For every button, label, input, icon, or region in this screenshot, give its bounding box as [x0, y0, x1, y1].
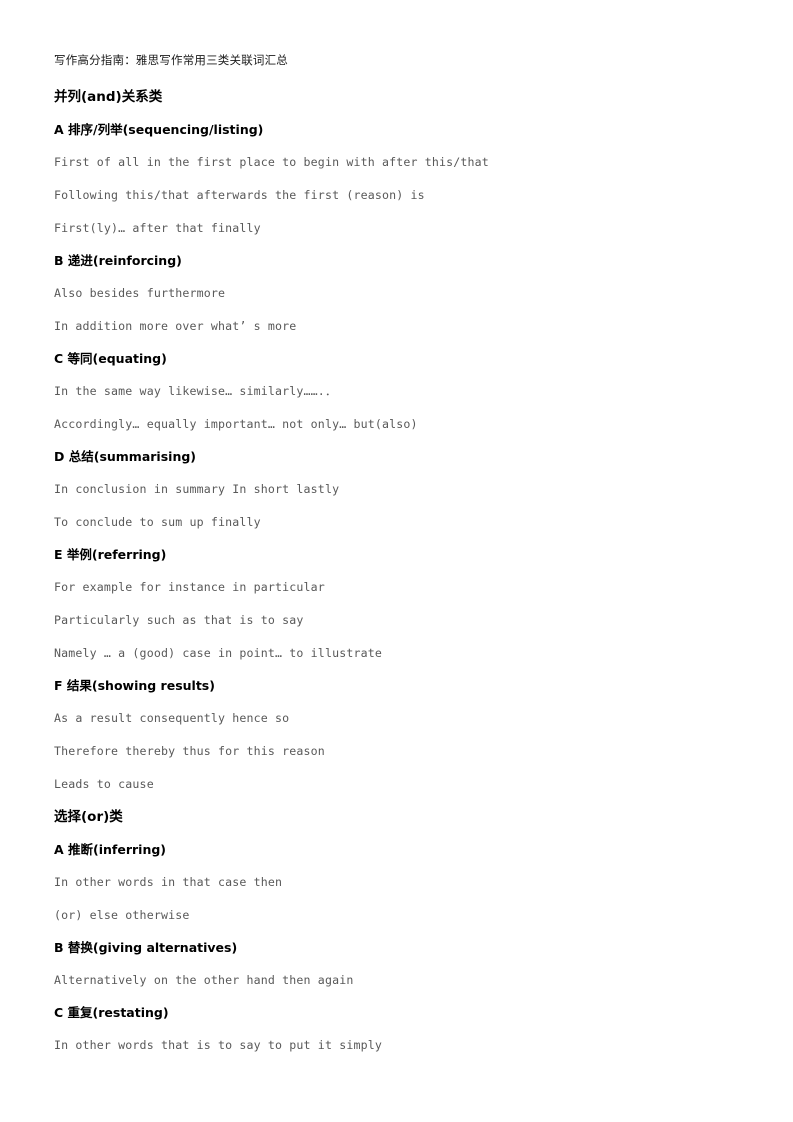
connective-line: Following this/that afterwards the first…	[54, 188, 425, 202]
connective-line: Alternatively on the other hand then aga…	[54, 973, 354, 987]
connective-line: Particularly such as that is to say	[54, 613, 304, 627]
document-subsection: E 举例(referring) For example for instance …	[54, 539, 737, 670]
page-title: 写作高分指南：雅思写作常用三类关联词汇总	[54, 53, 288, 67]
connective-line: Also besides furthermore	[54, 286, 226, 300]
document-subsection: B 递进(reinforcing) Also besides furthermor…	[54, 245, 737, 343]
connective-line: As a result consequently hence so	[54, 711, 290, 725]
connective-line: To conclude to sum up finally	[54, 515, 261, 529]
document-section: 选择(or)类 A 推断(inferring) In other words in …	[54, 801, 737, 1062]
connective-line: Therefore thereby thus for this reason	[54, 744, 325, 758]
document-subsection: C 重复(restating) In other words that is to…	[54, 997, 737, 1062]
section-heading: 并列(and)关系类	[54, 89, 163, 105]
connective-line: In conclusion in summary In short lastly	[54, 482, 340, 496]
subsection-heading: C 重复(restating)	[54, 1005, 169, 1020]
connective-line: In the same way likewise… similarly…….．	[54, 384, 337, 398]
document-page: 写作高分指南：雅思写作常用三类关联词汇总 并列(and)关系类 A 排序/列举(s…	[0, 0, 793, 1122]
connective-line: In other words in that case then	[54, 875, 283, 889]
connective-line: Namely … a (good) case in point… to illu…	[54, 646, 382, 660]
document-section: 并列(and)关系类 A 排序/列举(sequencing/listing) Fir…	[54, 81, 737, 801]
subsection-heading: F 结果(showing results)	[54, 678, 215, 693]
document-body: 并列(and)关系类 A 排序/列举(sequencing/listing) Fir…	[54, 81, 737, 1062]
connective-line: For example for instance in particular	[54, 580, 325, 594]
connective-line: (or) else otherwise	[54, 908, 190, 922]
connective-line: First of all in the first place to begin…	[54, 155, 489, 169]
document-subsection: A 排序/列举(sequencing/listing) First of all …	[54, 114, 737, 245]
document-subsection: A 推断(inferring) In other words in that ca…	[54, 834, 737, 932]
connective-line: In addition more over what’ s more	[54, 319, 297, 333]
subsection-heading: A 推断(inferring)	[54, 842, 167, 857]
subsection-heading: B 替换(giving alternatives)	[54, 940, 238, 955]
connective-line: Accordingly… equally important… not only…	[54, 417, 418, 431]
section-heading: 选择(or)类	[54, 809, 123, 825]
subsection-heading: B 递进(reinforcing)	[54, 253, 182, 268]
document-subsection: F 结果(showing results) As a result consequ…	[54, 670, 737, 801]
subsection-heading: C 等同(equating)	[54, 351, 167, 366]
subsection-heading: A 排序/列举(sequencing/listing)	[54, 122, 264, 137]
subsection-heading: D 总结(summarising)	[54, 449, 196, 464]
document-subsection: D 总结(summarising) In conclusion in summar…	[54, 441, 737, 539]
connective-line: First(ly)… after that finally	[54, 221, 261, 235]
subsection-heading: E 举例(referring)	[54, 547, 167, 562]
connective-line: In other words that is to say to put it …	[54, 1038, 382, 1052]
document-subsection: C 等同(equating) In the same way likewise… …	[54, 343, 737, 441]
document-subsection: B 替换(giving alternatives) Alternatively o…	[54, 932, 737, 997]
connective-line: Leads to cause	[54, 777, 154, 791]
